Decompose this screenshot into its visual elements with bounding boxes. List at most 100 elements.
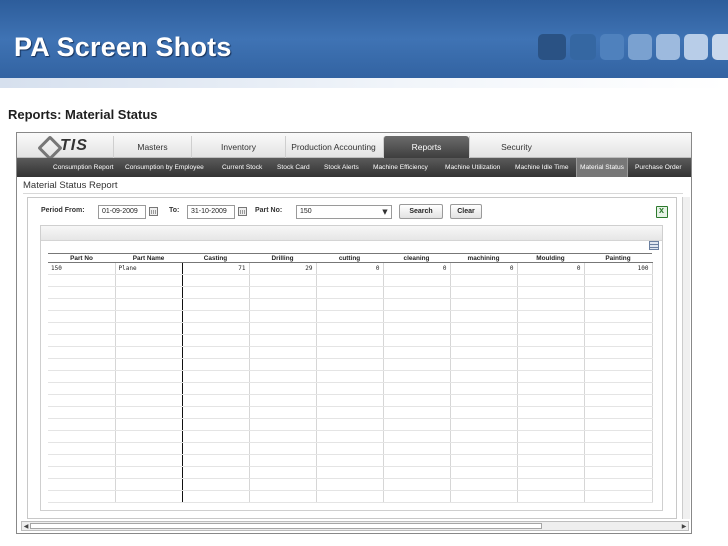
tab-masters[interactable]: Masters [113, 136, 191, 158]
table-cell [383, 466, 451, 479]
table-cell [517, 490, 585, 503]
table-cell [584, 286, 653, 299]
calendar-icon[interactable] [149, 207, 158, 216]
table-row[interactable] [48, 274, 653, 287]
scroll-left-icon[interactable]: ◀ [22, 522, 30, 530]
table-cell [383, 358, 451, 371]
submenu-purchase-order[interactable]: Purchase Order [635, 158, 682, 177]
table-cell [450, 286, 518, 299]
table-row[interactable] [48, 370, 653, 383]
table-cell [383, 334, 451, 347]
table-cell [316, 310, 384, 323]
table-cell [115, 382, 183, 395]
table-cell [584, 346, 653, 359]
submenu-consumption-by-employee[interactable]: Consumption by Employee [125, 158, 204, 177]
table-cell [584, 274, 653, 287]
table-cell: 29 [249, 262, 317, 275]
table-cell [115, 298, 183, 311]
submenu-consumption-report[interactable]: Consumption Report [53, 158, 113, 177]
table-row[interactable] [48, 478, 653, 491]
horizontal-scrollbar[interactable]: ◀ ▶ [21, 521, 689, 531]
column-header[interactable]: Painting [584, 253, 652, 263]
table-row[interactable] [48, 310, 653, 323]
scroll-thumb[interactable] [30, 523, 542, 529]
table-row[interactable] [48, 382, 653, 395]
table-cell [450, 358, 518, 371]
column-header[interactable]: Part Name [115, 253, 182, 263]
vertical-scrollbar[interactable] [682, 197, 690, 519]
tab-security[interactable]: Security [469, 136, 563, 158]
table-row[interactable] [48, 418, 653, 431]
table-cell [517, 406, 585, 419]
tab-reports[interactable]: Reports [383, 136, 469, 158]
table-row[interactable] [48, 454, 653, 467]
column-header[interactable]: cutting [316, 253, 383, 263]
column-chooser-icon[interactable] [649, 241, 659, 250]
table-cell [249, 406, 317, 419]
to-label: To: [169, 207, 180, 214]
table-row[interactable] [48, 322, 653, 335]
table-row[interactable] [48, 346, 653, 359]
submenu-stock-alerts[interactable]: Stock Alerts [324, 158, 359, 177]
submenu-material-status[interactable]: Material Status [576, 158, 628, 177]
table-cell [115, 418, 183, 431]
table-cell [383, 454, 451, 467]
clear-button[interactable]: Clear [450, 204, 482, 219]
table-row[interactable] [48, 406, 653, 419]
table-cell [249, 370, 317, 383]
table-row[interactable] [48, 358, 653, 371]
divider [23, 193, 683, 194]
column-header[interactable]: Drilling [249, 253, 316, 263]
table-cell [48, 298, 116, 311]
part-no-select[interactable]: 150 [296, 205, 392, 219]
scroll-right-icon[interactable]: ▶ [680, 522, 688, 530]
submenu-machine-utilization[interactable]: Machine Utilization [445, 158, 500, 177]
table-row[interactable] [48, 286, 653, 299]
column-header[interactable]: cleaning [383, 253, 450, 263]
table-cell [383, 490, 451, 503]
decor-block [628, 34, 652, 60]
table-cell [450, 274, 518, 287]
table-row[interactable] [48, 442, 653, 455]
table-cell [249, 382, 317, 395]
search-button[interactable]: Search [399, 204, 443, 219]
table-cell [249, 490, 317, 503]
submenu-machine-idle-time[interactable]: Machine Idle Time [515, 158, 569, 177]
period-from-field[interactable]: 01-09-2009 [98, 205, 146, 219]
submenu-current-stock[interactable]: Current Stock [222, 158, 262, 177]
table-row[interactable] [48, 394, 653, 407]
table-cell [517, 382, 585, 395]
table-row[interactable] [48, 298, 653, 311]
table-cell [115, 274, 183, 287]
table-cell [383, 442, 451, 455]
calendar-icon[interactable] [238, 207, 247, 216]
column-header[interactable]: Moulding [517, 253, 584, 263]
table-cell [48, 310, 116, 323]
column-header[interactable]: Part No [48, 253, 115, 263]
table-cell [584, 406, 653, 419]
table-row[interactable] [48, 430, 653, 443]
table-cell [584, 442, 653, 455]
period-to-field[interactable]: 31-10-2009 [187, 205, 235, 219]
submenu-machine-efficiency[interactable]: Machine Efficiency [373, 158, 428, 177]
decor-block [570, 34, 596, 60]
table-cell: 0 [517, 262, 585, 275]
tab-production-accounting[interactable]: Production Accounting [285, 136, 381, 158]
table-row[interactable]: 150 Plane 71 29 0 0 0 0 100 [48, 262, 653, 275]
table-cell [249, 478, 317, 491]
table-cell [115, 358, 183, 371]
table-cell [517, 466, 585, 479]
submenu-stock-card[interactable]: Stock Card [277, 158, 310, 177]
results-grid: Part No Part Name Casting Drilling cutting cl… [40, 225, 663, 511]
column-header[interactable]: machining [450, 253, 517, 263]
part-no-label: Part No: [255, 207, 283, 214]
excel-export-icon[interactable] [656, 205, 668, 218]
period-from-label: Period From: [41, 207, 85, 214]
table-row[interactable] [48, 490, 653, 503]
tab-inventory[interactable]: Inventory [191, 136, 285, 158]
table-row[interactable] [48, 466, 653, 479]
table-row[interactable] [48, 334, 653, 347]
column-header[interactable]: Casting [182, 253, 249, 263]
table-cell [383, 478, 451, 491]
chevron-down-icon[interactable]: ▼ [379, 205, 391, 219]
